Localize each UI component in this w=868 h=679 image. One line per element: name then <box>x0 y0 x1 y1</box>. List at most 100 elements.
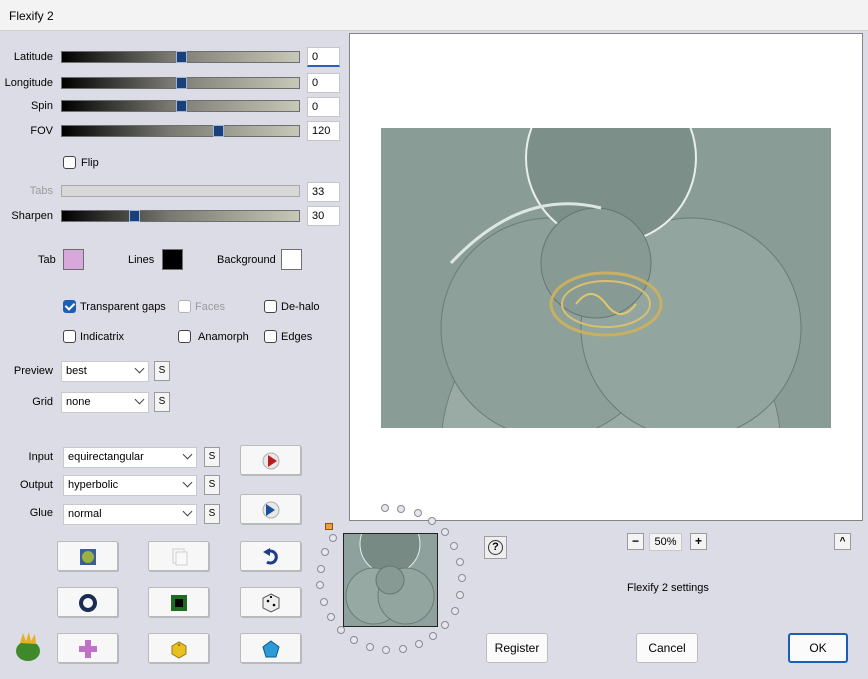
glue-select[interactable]: normal <box>63 504 197 525</box>
navigator-dial-dot[interactable] <box>398 645 407 654</box>
longitude-slider-thumb[interactable] <box>176 77 187 89</box>
latitude-slider[interactable] <box>61 51 300 63</box>
navigator-dial-dot[interactable] <box>428 517 437 526</box>
navigator-dial-dot[interactable] <box>440 528 449 537</box>
navigator-dial-dot[interactable] <box>326 612 335 621</box>
navigator-dial-dot[interactable] <box>457 574 466 583</box>
grid-s-button[interactable]: S <box>154 392 170 412</box>
input-select[interactable]: equirectangular <box>63 447 197 468</box>
spin-input[interactable]: 0 <box>307 97 340 117</box>
output-select[interactable]: hyperbolic <box>63 475 197 496</box>
indicatrix-checkbox[interactable] <box>63 330 76 343</box>
navigator-dial-dot[interactable] <box>450 606 459 615</box>
cancel-button[interactable]: Cancel <box>636 633 698 663</box>
output-s-button[interactable]: S <box>204 475 220 495</box>
spin-slider-thumb[interactable] <box>176 100 187 112</box>
input-label: Input <box>28 451 53 463</box>
navigator-dial-dot[interactable] <box>329 533 338 542</box>
flexify-dialog: Latitude 0 Longitude 0 Spin 0 FOV 120 Fl… <box>0 31 868 679</box>
faces-label: Faces <box>195 301 225 313</box>
preview-select[interactable]: best <box>61 361 149 382</box>
register-button[interactable]: Register <box>486 633 548 663</box>
edges-label: Edges <box>281 331 313 343</box>
navigator-dial-dot[interactable] <box>319 597 328 606</box>
navigator-dial-dot[interactable] <box>456 590 465 599</box>
latitude-slider-thumb[interactable] <box>176 51 187 63</box>
input-s-button[interactable]: S <box>204 447 220 467</box>
edges-checkbox[interactable] <box>264 330 277 343</box>
preview-image <box>381 128 831 428</box>
navigator-dial-dot[interactable] <box>321 548 330 557</box>
grid-select[interactable]: none <box>61 392 149 413</box>
input-preset-button[interactable] <box>240 445 301 475</box>
output-preset-button[interactable] <box>240 494 301 524</box>
chevron-down-icon <box>182 477 193 488</box>
navigator-dial-dot[interactable] <box>414 640 423 649</box>
frame-shape-button[interactable] <box>148 587 209 617</box>
longitude-slider[interactable] <box>61 77 300 89</box>
navigator-dial-dot[interactable] <box>441 620 450 629</box>
glue-select-value: normal <box>68 508 102 520</box>
transparent-gaps-label: Transparent gaps <box>80 301 166 313</box>
zoom-in-button[interactable]: + <box>690 533 707 550</box>
polyhedron-shape-button[interactable] <box>240 633 301 663</box>
fov-input[interactable]: 120 <box>307 121 340 141</box>
tab-color-swatch[interactable] <box>63 249 84 270</box>
preview-select-value: best <box>66 365 87 377</box>
navigator-dial-dot[interactable] <box>337 625 346 634</box>
cross-shape-button[interactable] <box>57 633 118 663</box>
help-icon: ? <box>488 540 503 555</box>
cube-shape-button[interactable] <box>148 633 209 663</box>
navigator-dial-dot[interactable] <box>413 509 422 518</box>
flip-checkbox[interactable] <box>63 156 76 169</box>
flexify-logo-icon[interactable] <box>12 631 44 663</box>
lines-color-swatch[interactable] <box>162 249 183 270</box>
glue-s-button[interactable]: S <box>204 504 220 524</box>
de-halo-label: De-halo <box>281 301 320 313</box>
preview-s-button[interactable]: S <box>154 361 170 381</box>
longitude-input[interactable]: 0 <box>307 73 340 93</box>
tabs-slider <box>61 185 300 197</box>
load-image-button[interactable] <box>57 541 118 571</box>
lines-color-label: Lines <box>128 254 155 266</box>
sharpen-input[interactable]: 30 <box>307 206 340 226</box>
latitude-input[interactable]: 0 <box>307 47 340 67</box>
output-select-value: hyperbolic <box>68 479 119 491</box>
navigator-dial-dot[interactable] <box>316 564 325 573</box>
sharpen-slider-thumb[interactable] <box>129 210 140 222</box>
navigator-dial-dot[interactable] <box>429 632 438 641</box>
preview-panel[interactable] <box>349 33 863 521</box>
navigator-dial-dot[interactable] <box>382 645 391 654</box>
cube-icon <box>171 641 187 659</box>
background-color-swatch[interactable] <box>281 249 302 270</box>
sharpen-slider[interactable] <box>61 210 300 222</box>
randomize-button[interactable] <box>240 587 301 617</box>
navigator-dial-dot[interactable] <box>350 635 359 644</box>
tab-color-label: Tab <box>38 254 56 266</box>
help-button[interactable]: ? <box>484 536 507 559</box>
ok-button[interactable]: OK <box>788 633 848 663</box>
fov-slider[interactable] <box>61 125 300 137</box>
latitude-label: Latitude <box>13 51 53 63</box>
fov-slider-thumb[interactable] <box>213 125 224 137</box>
dice-icon <box>262 593 280 613</box>
collapse-button[interactable]: ^ <box>834 533 851 550</box>
ring-shape-button[interactable] <box>57 587 118 617</box>
anamorph-label: Anamorph <box>198 331 249 343</box>
de-halo-checkbox[interactable] <box>264 300 277 313</box>
anamorph-checkbox[interactable] <box>178 330 191 343</box>
transparent-gaps-checkbox[interactable] <box>63 300 76 313</box>
zoom-out-button[interactable]: − <box>627 533 644 550</box>
input-select-value: equirectangular <box>68 451 144 463</box>
navigator-dial-dot[interactable] <box>316 581 325 590</box>
cross-icon <box>79 640 97 658</box>
navigator-dial-dot[interactable] <box>455 557 464 566</box>
sharpen-label: Sharpen <box>11 210 53 222</box>
chevron-down-icon <box>182 449 193 460</box>
navigator-thumbnail[interactable] <box>343 513 438 627</box>
navigator-marker-icon[interactable] <box>325 523 333 530</box>
navigator-dial-dot[interactable] <box>365 642 374 651</box>
spin-slider[interactable] <box>61 100 300 112</box>
undo-button[interactable] <box>240 541 301 571</box>
navigator-dial-dot[interactable] <box>449 542 458 551</box>
